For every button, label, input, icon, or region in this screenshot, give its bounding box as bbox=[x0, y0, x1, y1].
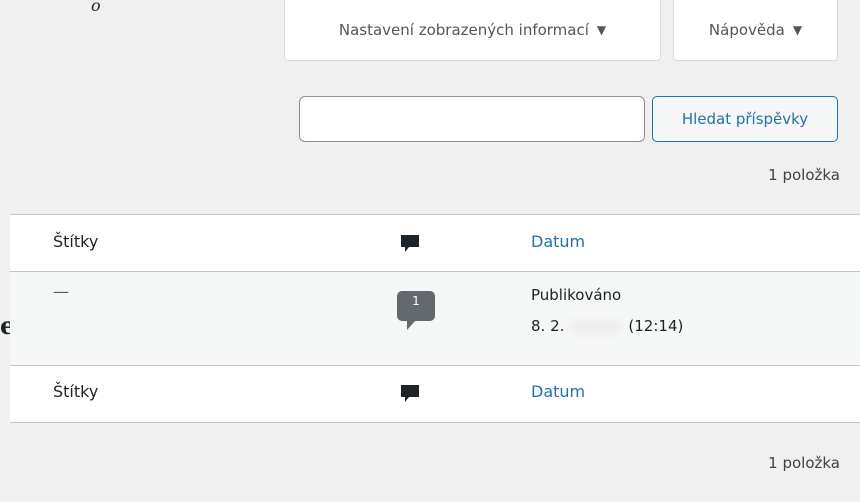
column-header-date[interactable]: Datum bbox=[531, 232, 585, 251]
redacted-year bbox=[570, 318, 623, 335]
tags-empty-dash: — bbox=[53, 282, 69, 301]
screen-options-label: Nastavení zobrazených informací bbox=[338, 21, 589, 39]
help-label: Nápověda bbox=[708, 21, 785, 39]
column-footer-date[interactable]: Datum bbox=[531, 382, 585, 401]
comment-count: 1 bbox=[412, 294, 420, 308]
table-row: — 1 Publikováno 8. 2. (12:14) bbox=[10, 272, 860, 366]
posts-table: Štítky Datum — 1 Publikováno 8. 2. (12:14… bbox=[10, 214, 860, 423]
column-footer-tags: Štítky bbox=[53, 382, 99, 401]
comments-column-icon[interactable] bbox=[399, 383, 421, 405]
search-posts-button[interactable]: Hledat příspěvky bbox=[652, 96, 838, 142]
table-header-row: Štítky Datum bbox=[10, 215, 860, 272]
clipped-text-fragment-top: o bbox=[91, 0, 101, 15]
search-input[interactable] bbox=[299, 96, 645, 142]
help-button[interactable]: Nápověda ▼ bbox=[673, 0, 838, 61]
items-count: 1 položka bbox=[768, 166, 840, 184]
items-count: 1 položka bbox=[768, 454, 840, 472]
comment-count-badge[interactable]: 1 bbox=[397, 291, 435, 331]
post-date-time: (12:14) bbox=[628, 317, 684, 335]
dropdown-arrow-icon: ▼ bbox=[596, 23, 607, 37]
column-header-tags: Štítky bbox=[53, 232, 99, 251]
table-footer-row: Štítky Datum bbox=[10, 366, 860, 422]
post-date: 8. 2. (12:14) bbox=[531, 317, 683, 335]
post-status: Publikováno bbox=[531, 286, 622, 304]
post-date-day: 8. 2. bbox=[531, 317, 565, 335]
dropdown-arrow-icon: ▼ bbox=[792, 23, 803, 37]
screen-options-button[interactable]: Nastavení zobrazených informací ▼ bbox=[284, 0, 661, 61]
comments-column-icon[interactable] bbox=[399, 233, 421, 255]
